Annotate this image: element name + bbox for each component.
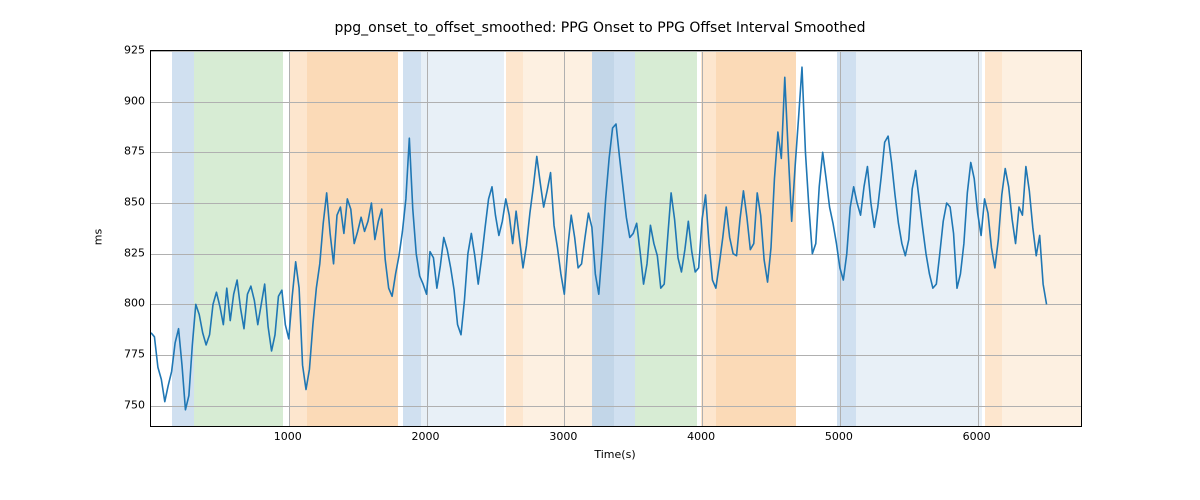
y-tick-label: 900 [105,94,145,107]
x-tick-label: 5000 [825,430,853,443]
plot-area [150,50,1082,427]
chart-title: ppg_onset_to_offset_smoothed: PPG Onset … [0,20,1200,36]
x-tick-label: 1000 [274,430,302,443]
x-tick-label: 4000 [687,430,715,443]
x-axis-label: Time(s) [150,448,1080,461]
chart-figure: ppg_onset_to_offset_smoothed: PPG Onset … [0,0,1200,500]
y-tick-label: 750 [105,398,145,411]
y-tick-label: 800 [105,297,145,310]
y-tick-label: 850 [105,196,145,209]
data-polyline [151,67,1047,410]
y-tick-label: 925 [105,44,145,57]
x-tick-label: 6000 [963,430,991,443]
x-tick-label: 3000 [549,430,577,443]
data-line [151,51,1081,426]
y-tick-label: 825 [105,246,145,259]
y-tick-label: 875 [105,145,145,158]
y-tick-label: 775 [105,348,145,361]
x-tick-label: 2000 [412,430,440,443]
y-axis-label: ms [92,229,105,245]
